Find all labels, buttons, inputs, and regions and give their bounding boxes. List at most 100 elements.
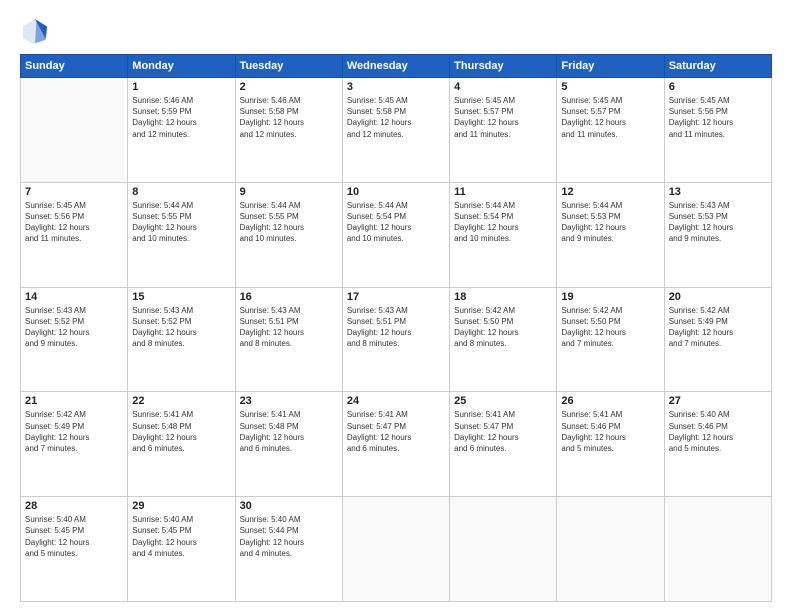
calendar-cell: 23 Sunrise: 5:41 AM Sunset: 5:48 PM Dayli… [235,392,342,497]
day-number: 24 [347,395,445,407]
day-number: 4 [454,81,552,93]
calendar-cell: 13 Sunrise: 5:43 AM Sunset: 5:53 PM Dayli… [664,182,771,287]
day-info: Sunrise: 5:40 AM Sunset: 5:45 PM Dayligh… [132,514,230,559]
calendar-cell [664,497,771,602]
calendar-header-saturday: Saturday [664,55,771,78]
day-number: 2 [240,81,338,93]
calendar-cell [342,497,449,602]
calendar-cell: 1 Sunrise: 5:46 AM Sunset: 5:59 PM Daylig… [128,78,235,183]
day-number: 5 [561,81,659,93]
day-info: Sunrise: 5:40 AM Sunset: 5:44 PM Dayligh… [240,514,338,559]
day-number: 27 [669,395,767,407]
calendar-cell: 6Sunrise: 5:45 AM Sunset: 5:56 PM Daylig… [664,78,771,183]
day-info: Sunrise: 5:44 AM Sunset: 5:54 PM Dayligh… [347,200,445,245]
day-info: Sunrise: 5:41 AM Sunset: 5:48 PM Dayligh… [240,409,338,454]
day-info: Sunrise: 5:43 AM Sunset: 5:51 PM Dayligh… [347,305,445,350]
calendar-cell: 28Sunrise: 5:40 AM Sunset: 5:45 PM Dayli… [21,497,128,602]
calendar-header-wednesday: Wednesday [342,55,449,78]
day-info: Sunrise: 5:40 AM Sunset: 5:46 PM Dayligh… [669,409,767,454]
calendar-cell: 7Sunrise: 5:45 AM Sunset: 5:56 PM Daylig… [21,182,128,287]
day-info: Sunrise: 5:42 AM Sunset: 5:50 PM Dayligh… [454,305,552,350]
calendar-cell: 9 Sunrise: 5:44 AM Sunset: 5:55 PM Daylig… [235,182,342,287]
day-info: Sunrise: 5:43 AM Sunset: 5:52 PM Dayligh… [132,305,230,350]
day-number: 13 [669,186,767,198]
calendar-cell: 15Sunrise: 5:43 AM Sunset: 5:52 PM Dayli… [128,287,235,392]
calendar-cell: 12 Sunrise: 5:44 AM Sunset: 5:53 PM Dayli… [557,182,664,287]
calendar-header-monday: Monday [128,55,235,78]
day-number: 16 [240,291,338,303]
page: SundayMondayTuesdayWednesdayThursdayFrid… [0,0,792,612]
day-number: 12 [561,186,659,198]
day-info: Sunrise: 5:41 AM Sunset: 5:47 PM Dayligh… [347,409,445,454]
day-number: 28 [25,500,123,512]
day-info: Sunrise: 5:43 AM Sunset: 5:53 PM Dayligh… [669,200,767,245]
day-info: Sunrise: 5:45 AM Sunset: 5:57 PM Dayligh… [454,95,552,140]
day-number: 29 [132,500,230,512]
day-number: 18 [454,291,552,303]
day-info: Sunrise: 5:44 AM Sunset: 5:53 PM Dayligh… [561,200,659,245]
day-info: Sunrise: 5:44 AM Sunset: 5:54 PM Dayligh… [454,200,552,245]
calendar-header-friday: Friday [557,55,664,78]
calendar-cell: 25 Sunrise: 5:41 AM Sunset: 5:47 PM Dayli… [450,392,557,497]
header [20,16,772,46]
calendar-week-row: 7Sunrise: 5:45 AM Sunset: 5:56 PM Daylig… [21,182,772,287]
day-number: 19 [561,291,659,303]
day-info: Sunrise: 5:42 AM Sunset: 5:50 PM Dayligh… [561,305,659,350]
calendar-header-thursday: Thursday [450,55,557,78]
day-number: 3 [347,81,445,93]
day-number: 7 [25,186,123,198]
calendar-cell: 4 Sunrise: 5:45 AM Sunset: 5:57 PM Daylig… [450,78,557,183]
day-number: 10 [347,186,445,198]
day-info: Sunrise: 5:45 AM Sunset: 5:58 PM Dayligh… [347,95,445,140]
calendar-cell: 17 Sunrise: 5:43 AM Sunset: 5:51 PM Dayli… [342,287,449,392]
calendar-cell [450,497,557,602]
calendar-cell: 16 Sunrise: 5:43 AM Sunset: 5:51 PM Dayli… [235,287,342,392]
day-number: 30 [240,500,338,512]
day-info: Sunrise: 5:44 AM Sunset: 5:55 PM Dayligh… [240,200,338,245]
day-info: Sunrise: 5:46 AM Sunset: 5:58 PM Dayligh… [240,95,338,140]
day-info: Sunrise: 5:42 AM Sunset: 5:49 PM Dayligh… [25,409,123,454]
day-number: 22 [132,395,230,407]
day-info: Sunrise: 5:42 AM Sunset: 5:49 PM Dayligh… [669,305,767,350]
day-number: 25 [454,395,552,407]
calendar-header-sunday: Sunday [21,55,128,78]
calendar-cell: 10 Sunrise: 5:44 AM Sunset: 5:54 PM Dayli… [342,182,449,287]
calendar-header-row: SundayMondayTuesdayWednesdayThursdayFrid… [21,55,772,78]
day-info: Sunrise: 5:43 AM Sunset: 5:51 PM Dayligh… [240,305,338,350]
calendar-cell: 22 Sunrise: 5:41 AM Sunset: 5:48 PM Dayli… [128,392,235,497]
day-info: Sunrise: 5:46 AM Sunset: 5:59 PM Dayligh… [132,95,230,140]
calendar-cell: 20 Sunrise: 5:42 AM Sunset: 5:49 PM Dayli… [664,287,771,392]
logo [20,16,54,46]
day-number: 23 [240,395,338,407]
calendar-cell: 27 Sunrise: 5:40 AM Sunset: 5:46 PM Dayli… [664,392,771,497]
day-number: 9 [240,186,338,198]
calendar-week-row: 28 Sunrise: 5:40 AM Sunset: 5:45 PM Dayli… [21,497,772,602]
day-number: 1 [132,81,230,93]
calendar-week-row: 1 Sunrise: 5:46 AM Sunset: 5:59 PM Daylig… [21,78,772,183]
calendar-week-row: 21Sunrise: 5:42 AM Sunset: 5:49 PM Dayli… [21,392,772,497]
calendar-header-tuesday: Tuesday [235,55,342,78]
calendar-week-row: 14 Sunrise: 5:43 AM Sunset: 5:52 PM Dayli… [21,287,772,392]
day-info: Sunrise: 5:41 AM Sunset: 5:47 PM Dayligh… [454,409,552,454]
day-number: 20 [669,291,767,303]
calendar-cell [21,78,128,183]
calendar-cell: 14 Sunrise: 5:43 AM Sunset: 5:52 PM Dayli… [21,287,128,392]
calendar-cell: 19 Sunrise: 5:42 AM Sunset: 5:50 PM Dayli… [557,287,664,392]
day-info: Sunrise: 5:44 AM Sunset: 5:55 PM Dayligh… [132,200,230,245]
day-info: Sunrise: 5:43 AM Sunset: 5:52 PM Dayligh… [25,305,123,350]
calendar-cell: 29 Sunrise: 5:40 AM Sunset: 5:45 PM Dayli… [128,497,235,602]
day-info: Sunrise: 5:41 AM Sunset: 5:46 PM Dayligh… [561,409,659,454]
day-number: 14 [25,291,123,303]
day-info: Sunrise: 5:45 AM Sunset: 5:57 PM Dayligh… [561,95,659,140]
calendar-cell [557,497,664,602]
calendar-cell: 18 Sunrise: 5:42 AM Sunset: 5:50 PM Dayli… [450,287,557,392]
calendar-table: SundayMondayTuesdayWednesdayThursdayFrid… [20,54,772,602]
calendar-cell: 8 Sunrise: 5:44 AM Sunset: 5:55 PM Daylig… [128,182,235,287]
logo-icon [20,16,50,46]
day-info: Sunrise: 5:41 AM Sunset: 5:48 PM Dayligh… [132,409,230,454]
day-number: 17 [347,291,445,303]
day-number: 6 [669,81,767,93]
calendar-cell: 30 Sunrise: 5:40 AM Sunset: 5:44 PM Dayli… [235,497,342,602]
calendar-cell: 3 Sunrise: 5:45 AM Sunset: 5:58 PM Daylig… [342,78,449,183]
day-number: 8 [132,186,230,198]
